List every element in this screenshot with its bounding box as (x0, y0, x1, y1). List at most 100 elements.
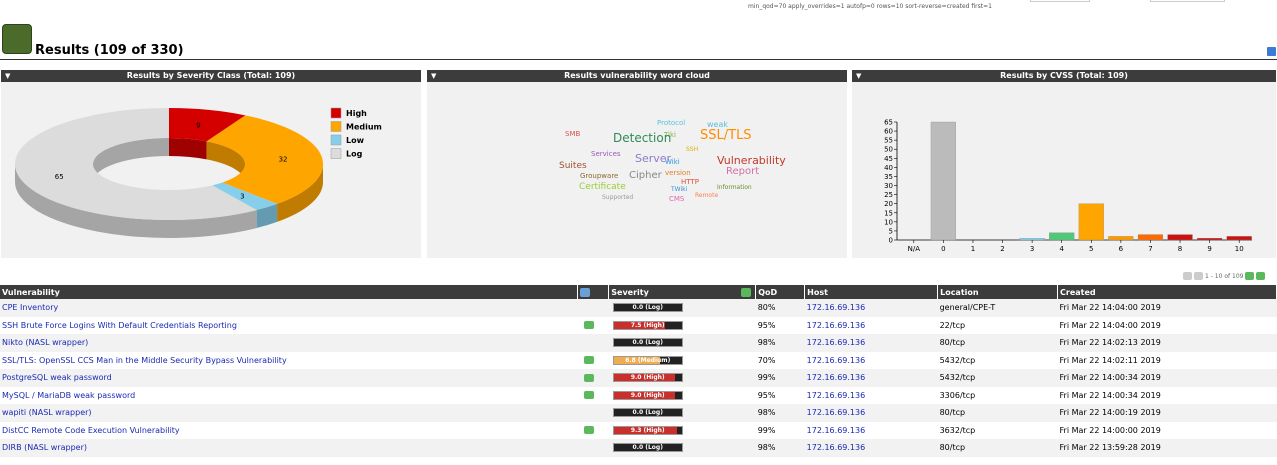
first-page-icon[interactable] (1183, 272, 1192, 280)
col-notes (577, 285, 610, 299)
cloud-word[interactable]: Groupware (580, 172, 618, 180)
y-tick-label: 65 (884, 119, 893, 127)
collapse-icon[interactable]: ▼ (5, 70, 10, 82)
collapse-icon[interactable]: ▼ (431, 70, 436, 82)
severity-cell: 9.0 (High) (608, 369, 756, 387)
results-table: Vulnerability Severity QoD Host Location… (0, 285, 1277, 457)
severity-bar: 6.8 (Medium) (612, 355, 683, 365)
last-page-icon[interactable] (1256, 272, 1266, 280)
cloud-word[interactable]: Detection (613, 131, 671, 145)
cvss-bar-10[interactable] (1226, 236, 1252, 241)
x-tick-label: 7 (1148, 245, 1152, 253)
cloud-word[interactable]: Wiki (665, 158, 680, 166)
legend-label: Medium (346, 123, 382, 132)
note-icon[interactable] (583, 373, 594, 382)
cloud-word[interactable]: Services (591, 150, 621, 158)
cvss-bar-4[interactable] (1049, 232, 1075, 241)
cloud-word[interactable]: Remote (695, 192, 718, 199)
severity-label: 0.0 (Log) (632, 304, 663, 312)
note-icon[interactable] (583, 356, 594, 365)
vulnerability-link[interactable]: Nikto (NASL wrapper) (2, 338, 88, 347)
cloud-word[interactable]: Suites (559, 161, 587, 171)
donut-inner-high (169, 138, 207, 160)
vulnerability-link[interactable]: DistCC Remote Code Execution Vulnerabili… (2, 426, 180, 435)
created-cell: Fri Mar 22 14:00:34 2019 (1057, 386, 1277, 404)
vulnerability-link[interactable]: SSH Brute Force Logins With Default Cred… (2, 321, 237, 330)
col-location[interactable]: Location (937, 285, 1059, 299)
cloud-word[interactable]: SSH (686, 146, 698, 153)
cloud-word[interactable]: Cipher (629, 170, 663, 181)
y-tick-label: 20 (884, 200, 893, 208)
cloud-word[interactable]: version (665, 169, 691, 177)
vulnerability-link[interactable]: SSL/TLS: OpenSSL CCS Man in the Middle S… (2, 356, 287, 365)
pagination: 1 - 10 of 109 (1183, 272, 1266, 280)
col-host[interactable]: Host (804, 285, 939, 299)
vulnerability-link[interactable]: DIRB (NASL wrapper) (2, 443, 87, 452)
vulnerability-link[interactable]: CPE Inventory (2, 303, 58, 312)
cloud-word[interactable]: SMB (565, 130, 580, 138)
legend-swatch (330, 134, 342, 146)
x-tick-label: 10 (1235, 245, 1244, 253)
next-page-icon[interactable] (1245, 272, 1255, 280)
host-cell: 172.16.69.136 (804, 316, 938, 334)
col-severity[interactable]: Severity (608, 285, 757, 299)
severity-cell: 0.0 (Log) (608, 334, 756, 352)
col-vulnerability[interactable]: Vulnerability (0, 285, 579, 299)
severity-label: 6.8 (Medium) (625, 356, 671, 364)
severity-cell: 0.0 (Log) (608, 299, 756, 317)
table-row: SSH Brute Force Logins With Default Cred… (0, 316, 1277, 334)
severity-label: 9.3 (High) (630, 426, 665, 434)
results-logo-icon (2, 24, 32, 54)
host-link[interactable]: 172.16.69.136 (807, 443, 866, 452)
cvss-bar-7[interactable] (1137, 234, 1164, 241)
severity-label: 9.0 (High) (630, 374, 665, 382)
cvss-bar-6[interactable] (1108, 236, 1134, 241)
host-link[interactable]: 172.16.69.136 (807, 321, 866, 330)
cvss-bar-8[interactable] (1167, 234, 1193, 241)
location-cell: 80/tcp (937, 334, 1058, 352)
prev-page-icon[interactable] (1194, 272, 1203, 280)
host-link[interactable]: 172.16.69.136 (807, 426, 866, 435)
severity-bar: 0.0 (Log) (612, 408, 683, 418)
edit-icon[interactable] (1267, 47, 1276, 56)
note-icon[interactable] (583, 426, 594, 435)
cvss-bar-5[interactable] (1078, 203, 1104, 241)
host-link[interactable]: 172.16.69.136 (807, 303, 866, 312)
vulnerability-link[interactable]: wapiti (NASL wrapper) (2, 408, 92, 417)
cvss-bar-0[interactable] (930, 121, 956, 241)
note-icon[interactable] (583, 391, 594, 400)
cloud-word[interactable]: Supported (602, 194, 633, 201)
cloud-word[interactable]: Certificate (579, 182, 626, 192)
collapse-icon[interactable]: ▼ (856, 70, 861, 82)
host-link[interactable]: 172.16.69.136 (807, 373, 866, 382)
host-link[interactable]: 172.16.69.136 (807, 356, 866, 365)
severity-bar: 9.0 (High) (612, 390, 683, 400)
donut-slice-label: 9 (196, 121, 200, 129)
filter-select[interactable] (1150, 0, 1225, 2)
host-link[interactable]: 172.16.69.136 (807, 408, 866, 417)
cloud-word[interactable]: Protocol (657, 119, 685, 127)
legend-label: Low (346, 136, 365, 145)
host-link[interactable]: 172.16.69.136 (807, 391, 866, 400)
cloud-word[interactable]: TWiki (670, 186, 688, 193)
cvss-bar-9[interactable] (1197, 238, 1223, 241)
legend-label: Log (346, 150, 363, 159)
host-link[interactable]: 172.16.69.136 (807, 338, 866, 347)
cloud-word[interactable]: HTTP (681, 178, 699, 186)
col-qod[interactable]: QoD (755, 285, 806, 299)
cloud-word[interactable]: SSL/TLS (700, 128, 752, 143)
severity-label: 0.0 (Log) (632, 339, 663, 347)
cloud-word[interactable]: Report (726, 166, 759, 177)
vulnerability-link[interactable]: MySQL / MariaDB weak password (2, 391, 135, 400)
severity-donut-chart: 9 32 3 65 High Medium Low Log (15, 107, 382, 238)
created-cell: Fri Mar 22 14:02:11 2019 (1057, 351, 1277, 369)
cloud-word[interactable]: CMS (669, 195, 685, 203)
filter-input[interactable] (1030, 0, 1090, 2)
col-created[interactable]: Created (1057, 285, 1277, 299)
pager-text: 1 - 10 of 109 (1205, 272, 1244, 280)
note-icon[interactable] (583, 321, 594, 330)
filter-icon[interactable] (741, 288, 752, 297)
cvss-bar-3[interactable] (1019, 238, 1045, 241)
vulnerability-link[interactable]: PostgreSQL weak password (2, 373, 112, 382)
cloud-word[interactable]: Information (717, 184, 752, 191)
